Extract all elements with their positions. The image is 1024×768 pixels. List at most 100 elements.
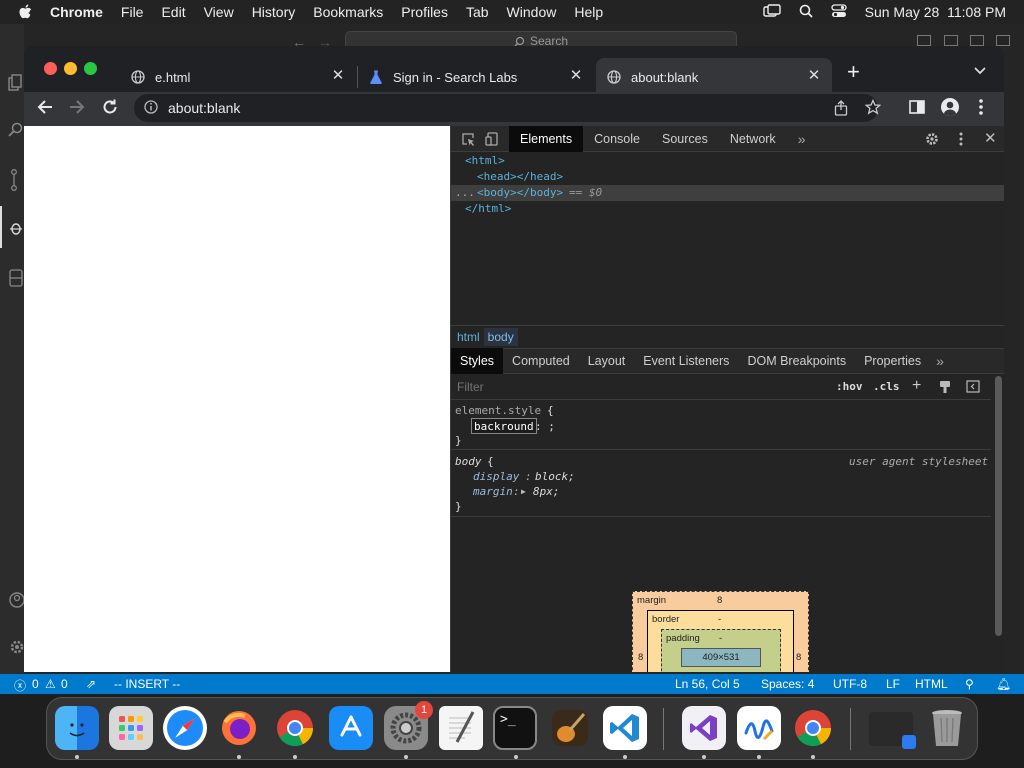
breadcrumb-html[interactable]: html (457, 330, 480, 344)
freeform-icon[interactable] (737, 706, 781, 750)
tab-elements[interactable]: Elements (509, 125, 584, 152)
menu-edit[interactable]: Edit (161, 4, 185, 20)
search-icon[interactable] (8, 122, 24, 140)
finder-icon[interactable] (55, 706, 99, 750)
styles-filter-input[interactable] (457, 379, 827, 394)
devtools-settings-gear-icon[interactable] (925, 132, 939, 149)
side-panel-icon[interactable] (909, 100, 925, 117)
dom-node-body-selected[interactable]: ... <body></body> == $0 (451, 185, 1004, 201)
end-of-line[interactable]: LF (886, 677, 900, 691)
source-control-icon[interactable] (9, 169, 23, 191)
menu-app-name[interactable]: Chrome (50, 4, 103, 20)
menu-history[interactable]: History (252, 4, 296, 20)
chrome-icon[interactable] (791, 706, 835, 750)
back-arrow-icon[interactable] (36, 98, 54, 119)
textedit-icon[interactable] (439, 706, 483, 750)
paint-brush-icon[interactable] (939, 380, 951, 397)
toggle-secondary-sidebar-icon[interactable] (970, 35, 984, 46)
notifications-bell-icon[interactable]: 🔔︎ (996, 677, 1011, 691)
run-debug-icon[interactable] (9, 220, 23, 236)
menu-help[interactable]: Help (574, 4, 603, 20)
chrome-icon[interactable] (273, 706, 317, 750)
live-share-icon[interactable]: ⇗ (86, 677, 96, 691)
indentation[interactable]: Spaces: 4 (761, 677, 814, 691)
tab-dom-breakpoints[interactable]: DOM Breakpoints (738, 348, 855, 374)
error-count[interactable]: 0 (32, 677, 39, 691)
launchpad-icon[interactable] (109, 706, 153, 750)
box-model-border[interactable]: border - padding - 409×531 (647, 610, 794, 672)
forward-arrow-icon[interactable] (68, 98, 86, 119)
tab-console[interactable]: Console (583, 126, 651, 152)
close-devtools-icon[interactable]: ✕ (984, 129, 997, 147)
inspect-element-icon[interactable] (451, 126, 481, 152)
accounts-icon[interactable] (9, 592, 25, 608)
class-toggle[interactable]: .cls (873, 380, 900, 393)
dom-node-head[interactable]: <head></head> (477, 169, 563, 185)
minimize-window-button[interactable] (64, 62, 77, 75)
box-model-padding[interactable]: padding - 409×531 (661, 629, 781, 672)
more-styles-tabs-chevron-icon[interactable]: » (930, 348, 950, 374)
vscode-icon[interactable] (603, 706, 647, 750)
language-mode[interactable]: HTML (915, 677, 948, 691)
tab-styles[interactable]: Styles (451, 348, 504, 374)
menu-bookmarks[interactable]: Bookmarks (313, 4, 383, 20)
site-info-icon[interactable] (144, 99, 158, 117)
reload-icon[interactable] (101, 98, 119, 119)
menu-window[interactable]: Window (507, 4, 557, 20)
apple-icon[interactable] (18, 4, 32, 20)
tab-e-html[interactable]: e.html ✕ (120, 58, 356, 96)
tab-network[interactable]: Network (719, 126, 787, 152)
cursor-position[interactable]: Ln 56, Col 5 (675, 677, 740, 691)
extensions-icon[interactable] (9, 269, 23, 287)
new-tab-button[interactable]: + (847, 59, 860, 85)
tab-computed[interactable]: Computed (503, 348, 579, 374)
feedback-icon[interactable]: ⚲ (965, 677, 974, 691)
box-model-margin-left[interactable]: 8 (638, 652, 643, 663)
more-tabs-chevron-icon[interactable]: » (787, 126, 817, 152)
tab-sign-in-search-labs[interactable]: Sign in - Search Labs ✕ (358, 58, 594, 96)
app-store-icon[interactable] (329, 706, 373, 750)
box-model-padding-value[interactable]: - (719, 633, 722, 644)
toggle-panel-icon[interactable] (944, 35, 958, 46)
dom-node-html-open[interactable]: <html> (465, 153, 505, 169)
device-toolbar-icon[interactable] (481, 126, 509, 152)
zoom-window-button[interactable] (84, 62, 97, 75)
tab-search-chevron-icon[interactable] (974, 63, 986, 78)
explorer-icon[interactable] (8, 74, 22, 92)
styles-scrollbar[interactable] (993, 376, 1003, 672)
property-margin-value[interactable]: 8px; (533, 484, 560, 500)
box-model-content[interactable]: 409×531 (681, 648, 761, 667)
property-value-editor[interactable]: : ; (535, 419, 555, 435)
file-encoding[interactable]: UTF-8 (833, 677, 867, 691)
warning-count[interactable]: 0 (61, 677, 68, 691)
share-icon[interactable] (834, 100, 848, 119)
property-name-editor[interactable]: backround (471, 418, 537, 434)
tab-event-listeners[interactable]: Event Listeners (634, 348, 738, 374)
spotlight-search-icon[interactable] (799, 4, 813, 21)
close-tab-icon[interactable]: ✕ (330, 68, 346, 84)
firefox-icon[interactable] (217, 706, 261, 750)
menu-file[interactable]: File (121, 4, 144, 20)
box-model-margin-right[interactable]: 8 (796, 652, 801, 663)
breadcrumb-body[interactable]: body (483, 327, 518, 346)
property-display-value[interactable]: block; (535, 469, 575, 485)
customize-layout-icon[interactable] (996, 35, 1010, 46)
bookmark-star-icon[interactable] (864, 98, 882, 118)
warning-icon[interactable]: ⚠ (45, 677, 56, 691)
terminal-icon[interactable]: >_ (493, 706, 537, 750)
control-center-icon[interactable] (830, 3, 847, 21)
trash-icon[interactable] (925, 706, 969, 750)
property-margin-name[interactable]: margin (473, 484, 513, 500)
close-window-button[interactable] (44, 62, 57, 75)
expand-triangle-icon[interactable]: ▶ (521, 484, 526, 500)
error-icon[interactable]: ⓧ (14, 677, 26, 694)
address-bar[interactable]: about:blank (134, 94, 882, 122)
chrome-menu-kebab-icon[interactable] (979, 99, 983, 118)
dom-node-html-close[interactable]: </html> (465, 201, 511, 217)
menubar-clock[interactable]: Sun May 28 11:08 PM (865, 4, 1006, 20)
tab-sources[interactable]: Sources (651, 126, 719, 152)
box-model-border-value[interactable]: - (718, 614, 721, 625)
box-model-margin[interactable]: margin 8 8 8 8 border - padding - 409×53… (632, 591, 809, 672)
profile-avatar-icon[interactable] (941, 98, 959, 116)
close-tab-icon[interactable]: ✕ (568, 68, 584, 84)
